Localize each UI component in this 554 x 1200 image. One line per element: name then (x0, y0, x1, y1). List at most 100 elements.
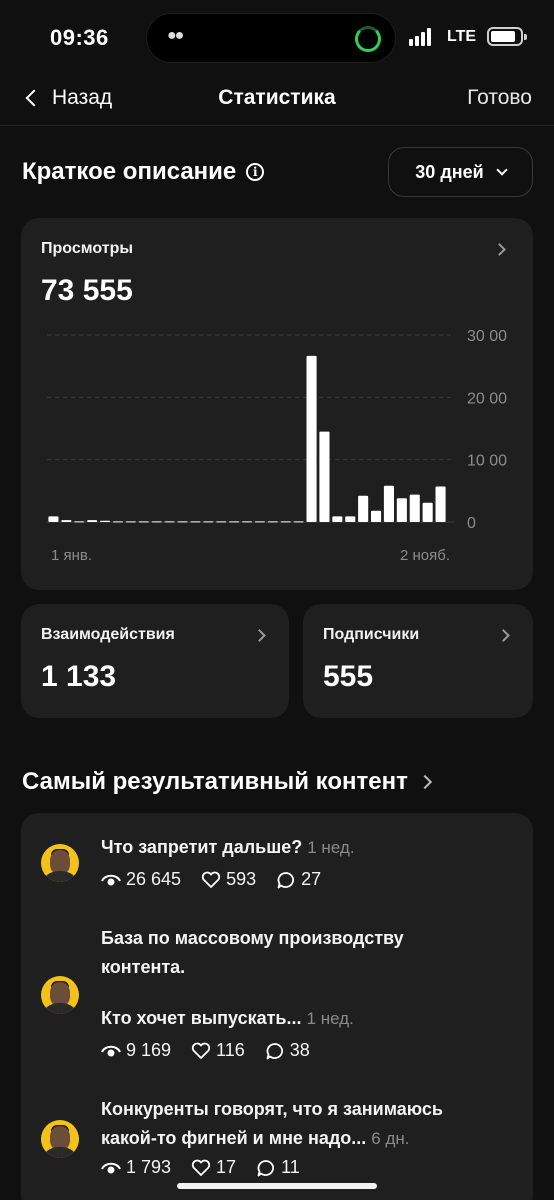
post-stats: 26 645 593 27 (101, 869, 341, 890)
post-text: Что запретит дальше? 1 нед. (101, 833, 521, 862)
battery-icon (487, 27, 527, 46)
chart-bar[interactable] (332, 516, 343, 522)
heart-icon (191, 1042, 211, 1059)
chart-bar[interactable] (267, 521, 278, 523)
chart-bar[interactable] (345, 516, 356, 522)
post-stats: 9 169 116 38 (101, 1040, 330, 1061)
chart-bar[interactable] (125, 521, 136, 523)
post-age: 6 дн. (371, 1129, 410, 1148)
chart-bar[interactable] (138, 521, 149, 523)
post-title-line: База по массовому производству (101, 928, 404, 948)
views-stat: 9 169 (101, 1040, 171, 1061)
chart-bar[interactable] (358, 495, 369, 522)
likes-count: 593 (226, 869, 257, 889)
period-label: 30 дней (415, 161, 484, 182)
post-title: Что запретит дальше? (101, 837, 303, 857)
views-count: 1 793 (126, 1157, 172, 1177)
heart-icon (191, 1159, 211, 1176)
chart-bar[interactable] (422, 502, 433, 522)
post-title-line: контента. (101, 957, 186, 977)
chart-bar[interactable] (87, 520, 98, 522)
chart-bar[interactable] (48, 516, 59, 522)
signal-icon (409, 28, 437, 46)
stats-screen: 09:36 ●● LTE Назад Статистика Готово Кра… (0, 0, 554, 1200)
done-button[interactable]: Готово (467, 86, 532, 110)
chart-bar[interactable] (61, 520, 72, 522)
post-stats: 1 793 17 11 (101, 1157, 320, 1178)
summary-title: Краткое описание (22, 158, 237, 185)
followers-card[interactable]: Подписчики 555 (303, 604, 533, 718)
network-type: LTE (447, 28, 477, 45)
comments-stat: 38 (265, 1040, 310, 1061)
interactions-card[interactable]: Взаимодействия 1 133 (21, 604, 289, 718)
followers-value: 555 (323, 660, 374, 693)
post-item[interactable]: Что запретит дальше? 1 нед. 26 645 593 2… (21, 813, 533, 913)
chart-bar[interactable] (396, 498, 407, 522)
eye-icon (101, 1162, 121, 1173)
info-icon[interactable]: i (246, 163, 265, 181)
chart-bar[interactable] (293, 521, 304, 523)
chart-bar[interactable] (229, 521, 240, 523)
post-item[interactable]: База по массовому производству контента.… (21, 913, 533, 1083)
chart-bar[interactable] (203, 521, 214, 523)
chevron-right-icon (497, 629, 510, 642)
heart-icon (201, 871, 221, 888)
post-text: Конкуренты говорят, что я занимаюсь како… (101, 1095, 521, 1153)
views-stat: 1 793 (101, 1157, 171, 1178)
views-count: 9 169 (126, 1040, 172, 1060)
post-age: 1 нед. (306, 1009, 354, 1028)
avatar (41, 1120, 79, 1158)
airpods-icon: ●● (167, 27, 184, 44)
chevron-down-icon (496, 163, 508, 176)
eye-icon (101, 874, 121, 885)
chart-bar[interactable] (409, 494, 420, 522)
comments-count: 38 (289, 1040, 310, 1060)
y-tick-label: 20 00 (467, 390, 507, 407)
home-indicator[interactable] (177, 1183, 377, 1189)
likes-stat: 17 (191, 1157, 236, 1178)
status-bar: 09:36 ●● LTE (0, 0, 554, 76)
comments-stat: 27 (276, 869, 321, 890)
chart-bar[interactable] (190, 521, 201, 523)
chart-bar[interactable] (100, 520, 111, 522)
interactions-label: Взаимодействия (41, 626, 175, 643)
views-card[interactable]: Просмотры 73 555 30 00 20 00 10 00 0 1 янв. 2… (21, 218, 533, 590)
chart-bar[interactable] (306, 355, 317, 522)
chart-bar[interactable] (280, 521, 291, 523)
period-dropdown[interactable]: 30 дней (388, 147, 533, 197)
likes-stat: 116 (191, 1040, 245, 1061)
chart-bar[interactable] (319, 431, 330, 522)
chart-bar[interactable] (371, 510, 382, 522)
chevron-right-icon (253, 629, 266, 642)
chart-bar[interactable] (164, 521, 175, 523)
chart-bar[interactable] (242, 521, 253, 523)
post-text: База по массовому производству контента.… (101, 924, 521, 1033)
followers-label: Подписчики (323, 626, 420, 643)
x-tick-label: 1 янв. (51, 547, 92, 564)
post-title-line: Кто хочет выпускать... (101, 1008, 302, 1028)
top-content-header[interactable]: Самый результативный контент (22, 768, 432, 796)
y-tick-label: 0 (467, 515, 476, 532)
status-time: 09:36 (50, 25, 109, 50)
y-tick-label: 10 00 (467, 453, 507, 470)
dynamic-island: ●● (146, 13, 396, 63)
comment-icon (257, 1159, 275, 1176)
comments-count: 27 (301, 869, 322, 889)
chart-bar[interactable] (383, 485, 394, 522)
interactions-value: 1 133 (41, 660, 117, 693)
top-content-card: Что запретит дальше? 1 нед. 26 645 593 2… (21, 813, 533, 1200)
chart-bar[interactable] (74, 521, 85, 523)
chart-bar[interactable] (177, 521, 188, 523)
chart-bar[interactable] (151, 521, 162, 523)
chart-bar[interactable] (254, 521, 265, 523)
comment-icon (277, 871, 295, 888)
comments-stat: 11 (256, 1157, 300, 1178)
comments-count: 11 (281, 1157, 300, 1177)
chart-bar[interactable] (435, 486, 446, 523)
chart-bar[interactable] (112, 521, 123, 523)
post-item[interactable]: Конкуренты говорят, что я занимаюсь како… (21, 1085, 533, 1195)
views-stat: 26 645 (101, 869, 181, 890)
chart-bar[interactable] (216, 521, 227, 523)
activity-ring-icon (355, 26, 381, 52)
post-age: 1 нед. (307, 838, 355, 857)
